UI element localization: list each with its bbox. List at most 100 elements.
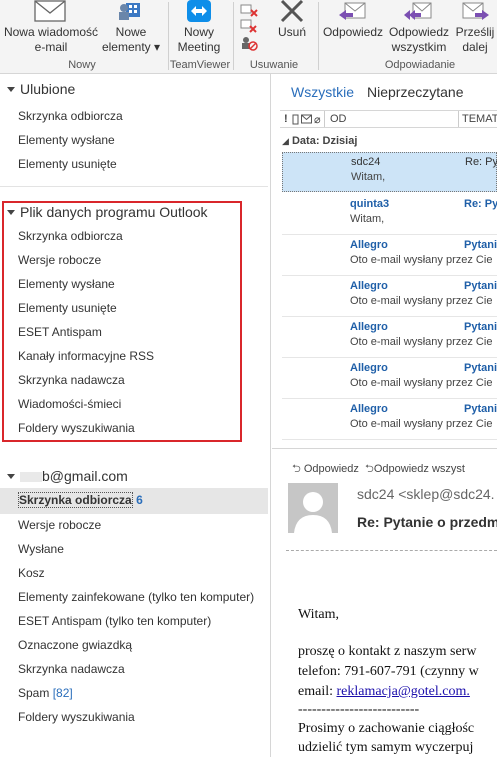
mail-from: Allegro: [350, 239, 388, 251]
mail-row[interactable]: Allegro Pytanie Oto e-mail wysłany przez…: [282, 318, 497, 358]
junk-icon[interactable]: [240, 35, 258, 51]
mail-preview: Oto e-mail wysłany przez Cie: [350, 295, 493, 307]
datafile-item-rss[interactable]: Kanały informacyjne RSS: [18, 349, 154, 363]
reply-button[interactable]: Odpowiedz: [321, 0, 385, 40]
mail-from: Allegro: [350, 321, 388, 333]
mail-row[interactable]: Allegro Pytanie Oto e-mail wysłany przez…: [282, 359, 497, 399]
group-separator: [233, 2, 234, 70]
pane-divider: [272, 448, 497, 449]
mail-preview: Witam,: [351, 171, 386, 183]
favorites-header[interactable]: Ulubione: [0, 81, 75, 97]
group-label-teamviewer: TeamViewer: [169, 59, 231, 71]
new-meeting-button[interactable]: Nowy Meeting: [170, 0, 228, 55]
gmail-item-starred[interactable]: Oznaczone gwiazdką: [18, 638, 132, 652]
column-subject[interactable]: TEMAT: [462, 113, 497, 125]
reply-all-button[interactable]: Odpowiedz wszystkim: [386, 0, 452, 55]
forward-button[interactable]: Prześlij dalej: [453, 0, 497, 55]
new-email-label-2: e-mail: [34, 40, 68, 54]
mail-preview: Oto e-mail wysłany przez Cie: [350, 418, 493, 430]
sender[interactable]: sdc24 <sklep@sdc24.: [357, 486, 495, 502]
filter-unread-tab[interactable]: Nieprzeczytane: [367, 84, 464, 100]
reply-all-small-icon: ⮌: [365, 463, 374, 475]
attachment-icon[interactable]: ⌀: [314, 113, 321, 126]
email-link[interactable]: reklamacja@gotel.com.: [337, 684, 470, 699]
mail-subject: Re: Pyta: [464, 198, 497, 210]
new-meeting-label-1: Nowy: [183, 25, 214, 39]
collapse-icon[interactable]: [7, 473, 15, 479]
gmail-title: b@gmail.com: [42, 468, 128, 484]
mail-from: quinta3: [350, 198, 390, 210]
new-items-icon: [119, 3, 140, 20]
mail-subject: Pytanie: [464, 239, 497, 251]
importance-icon[interactable]: !: [284, 113, 288, 125]
group-label-delete: Usuwanie: [249, 59, 299, 71]
gmail-item-spam[interactable]: Spam [82]: [18, 686, 73, 700]
mail-row[interactable]: Allegro Pytanie Oto e-mail wysłany przez…: [282, 236, 497, 276]
gmail-item-outbox[interactable]: Skrzynka nadawcza: [18, 662, 125, 676]
reading-actions: ⮌ Odpowiedz ⮌Odpowiedz wszyst: [292, 460, 465, 479]
column-header: ! ⌀ OD TEMAT: [280, 110, 497, 128]
datafile-item-search[interactable]: Foldery wyszukiwania: [18, 421, 135, 435]
date-group-header[interactable]: ◢ Data: Dzisiaj: [282, 135, 357, 147]
favorites-item-deleted[interactable]: Elementy usunięte: [18, 157, 117, 171]
gmail-header[interactable]: b@gmail.com: [0, 468, 128, 484]
forward-icon: [462, 2, 489, 20]
favorites-item-sent[interactable]: Elementy wysłane: [18, 133, 115, 147]
reminder-icon[interactable]: [292, 114, 299, 125]
reply-all-small-button[interactable]: ⮌Odpowiedz wszyst: [365, 463, 465, 475]
group-separator: [318, 2, 319, 70]
favorites-title: Ulubione: [20, 81, 76, 97]
collapse-icon[interactable]: ◢: [282, 136, 289, 146]
datafile-item-deleted[interactable]: Elementy usunięte: [18, 301, 117, 315]
filter-all-tab[interactable]: Wszystkie: [291, 84, 354, 100]
new-email-button[interactable]: Nowa wiadomość e-mail: [2, 0, 100, 55]
new-items-button[interactable]: Nowe elementy ▾: [100, 0, 162, 55]
body-line: telefon: 791-607-791 (czynny w: [298, 664, 479, 679]
datafile-item-outbox[interactable]: Skrzynka nadawcza: [18, 373, 125, 387]
group-label-new: Nowy: [68, 59, 96, 71]
column-from[interactable]: OD: [330, 113, 347, 125]
body-email-line: email: reklamacja@gotel.com.: [298, 684, 470, 700]
mail-from: Allegro: [350, 280, 388, 292]
icon-column-icon[interactable]: [301, 114, 312, 124]
mail-subject: Pytanie: [464, 321, 497, 333]
mail-from: Allegro: [350, 362, 388, 374]
mail-row[interactable]: quinta3 Re: Pyta Witam,: [282, 195, 497, 235]
datafile-item-eset[interactable]: ESET Antispam: [18, 325, 102, 339]
mail-subject: Pytanie: [464, 403, 497, 415]
collapse-icon[interactable]: [7, 86, 15, 92]
gmail-item-search[interactable]: Foldery wyszukiwania: [18, 710, 135, 724]
datafile-item-junk[interactable]: Wiadomości-śmieci: [18, 397, 121, 411]
body-line: Prosimy o zachowanie ciągłośc: [298, 721, 475, 736]
datafile-item-drafts[interactable]: Wersje robocze: [18, 253, 101, 267]
datafile-item-sent[interactable]: Elementy wysłane: [18, 277, 115, 291]
datafile-item-inbox[interactable]: Skrzynka odbiorcza: [18, 229, 123, 243]
mail-from: Allegro: [350, 403, 388, 415]
gmail-item-eset[interactable]: ESET Antispam (tylko ten komputer): [18, 614, 211, 628]
collapse-icon[interactable]: [7, 209, 15, 215]
mail-row[interactable]: Allegro Pytanie Oto e-mail wysłany przez…: [282, 400, 497, 440]
gmail-item-trash[interactable]: Kosz: [18, 566, 45, 580]
gmail-item-infected[interactable]: Elementy zainfekowane (tylko ten kompute…: [18, 590, 254, 604]
favorites-item-inbox[interactable]: Skrzynka odbiorcza: [18, 109, 123, 123]
mail-row[interactable]: sdc24 Re: Pyta Witam,: [282, 152, 497, 192]
gmail-item-sent[interactable]: Wysłane: [18, 542, 64, 556]
mail-subject: Re: Pyta: [465, 156, 497, 168]
mail-area: Wszystkie Nieprzeczytane ! ⌀ OD TEMAT ◢ …: [272, 74, 497, 757]
gmail-spam-count: [82]: [52, 686, 73, 700]
delete-button[interactable]: Usuń: [272, 0, 312, 40]
gmail-item-drafts[interactable]: Wersje robocze: [18, 518, 101, 532]
gmail-spam-label: Spam: [18, 686, 50, 700]
mail-row[interactable]: Allegro Pytanie Oto e-mail wysłany przez…: [282, 277, 497, 317]
gmail-item-inbox[interactable]: Skrzynka odbiorcza 6: [18, 492, 143, 508]
envelope-icon: [34, 0, 66, 22]
ignore-icon[interactable]: [240, 2, 258, 18]
mail-subject: Pytanie: [464, 280, 497, 292]
avatar: [288, 483, 338, 533]
cleanup-icon[interactable]: [240, 17, 258, 33]
reply-label: Odpowiedz: [322, 25, 384, 39]
datafile-header[interactable]: Plik danych programu Outlook: [0, 204, 208, 220]
reply-small-button[interactable]: ⮌ Odpowiedz: [292, 463, 359, 475]
body-dashes: --------------------------: [298, 702, 420, 717]
group-label-respond: Odpowiadanie: [384, 59, 456, 71]
